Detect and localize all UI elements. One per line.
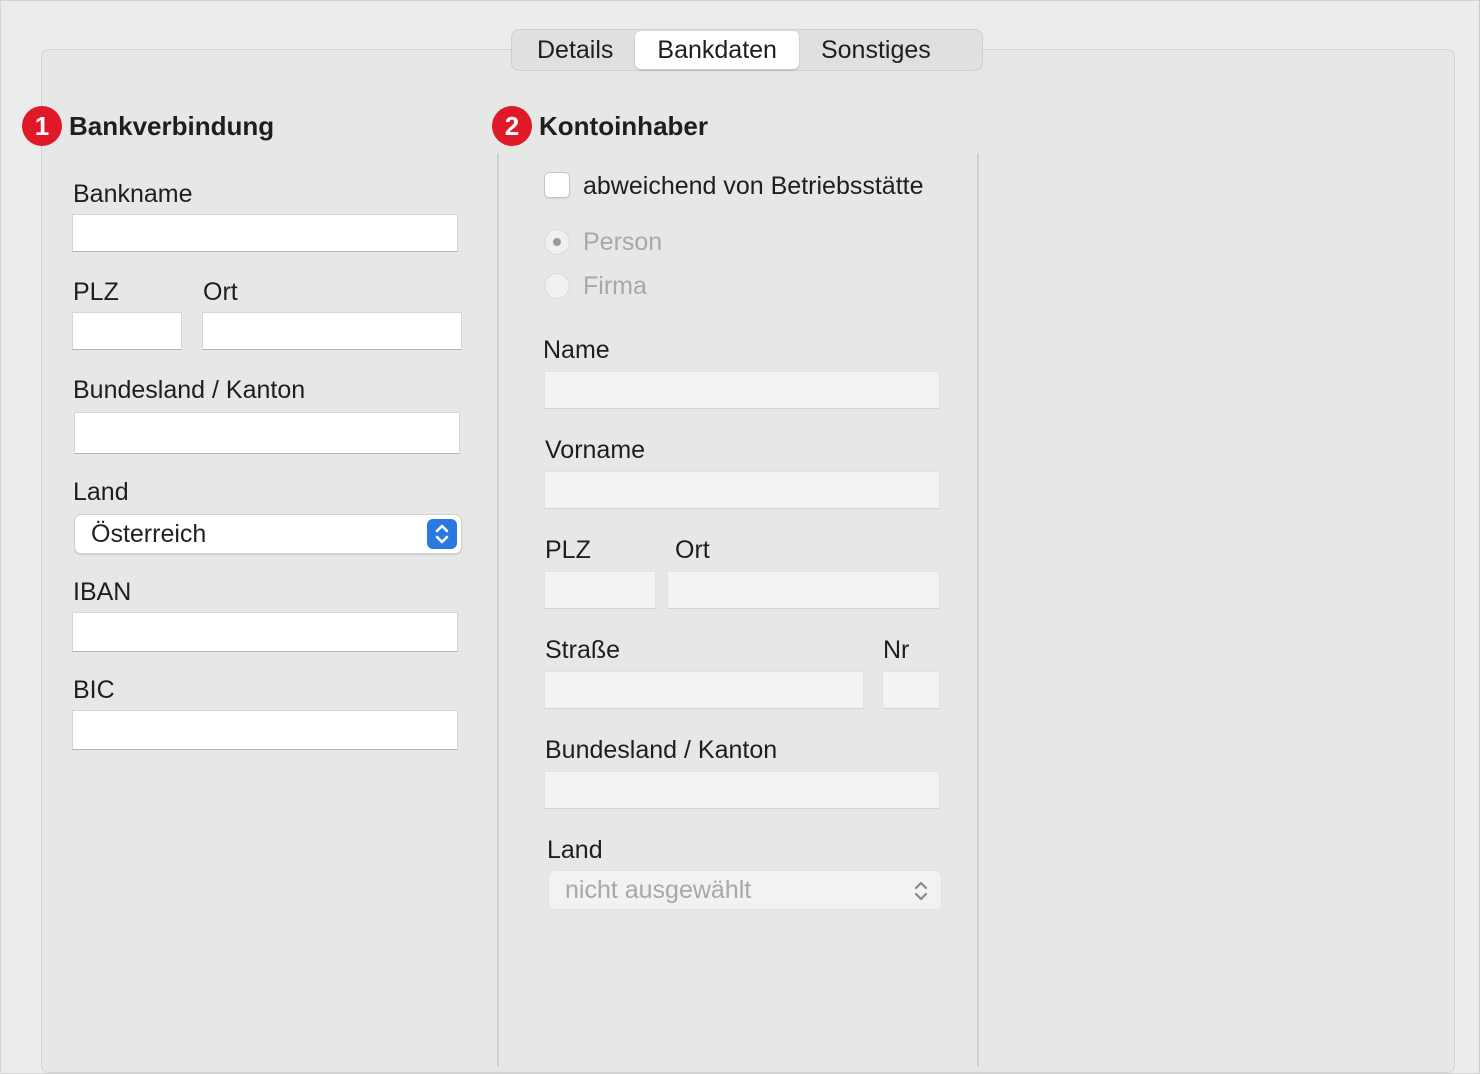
holder-bundesland-input[interactable]: [544, 771, 940, 809]
tab-content-panel: [41, 49, 1455, 1073]
tab-sonstiges[interactable]: Sonstiges: [799, 31, 953, 69]
radio-selected-dot: [553, 238, 561, 246]
abweichend-checkbox[interactable]: [544, 172, 570, 198]
holder-name-input[interactable]: [544, 371, 940, 409]
holder-ort-label: Ort: [675, 536, 710, 564]
section-divider-right: [977, 153, 979, 1067]
holder-name-label: Name: [543, 336, 610, 364]
iban-label: IBAN: [73, 578, 132, 606]
tab-bankdaten[interactable]: Bankdaten: [635, 31, 799, 69]
bank-land-value: Österreich: [91, 520, 207, 548]
bic-label: BIC: [73, 676, 115, 704]
bic-input[interactable]: [72, 710, 458, 750]
bank-ort-label: Ort: [203, 278, 238, 306]
holder-nr-label: Nr: [883, 636, 910, 664]
updown-chevron-icon: [911, 877, 931, 905]
section-title-kontoinhaber: Kontoinhaber: [539, 111, 708, 141]
bankname-label: Bankname: [73, 180, 193, 208]
holder-ort-input[interactable]: [667, 571, 940, 609]
holder-land-value: nicht ausgewählt: [565, 876, 752, 904]
holder-vorname-input[interactable]: [544, 471, 940, 509]
bank-land-label: Land: [73, 478, 129, 506]
bank-plz-input[interactable]: [72, 312, 182, 350]
bank-land-select[interactable]: Österreich: [74, 514, 462, 554]
radio-firma-label: Firma: [583, 272, 647, 300]
iban-input[interactable]: [72, 612, 458, 652]
tab-details[interactable]: Details: [515, 31, 635, 69]
updown-chevron-icon: [427, 519, 457, 549]
abweichend-checkbox-label: abweichend von Betriebsstätte: [583, 172, 924, 200]
holder-plz-input[interactable]: [544, 571, 656, 609]
holder-strasse-input[interactable]: [544, 671, 864, 709]
holder-strasse-label: Straße: [545, 636, 621, 664]
bankname-input[interactable]: [72, 214, 458, 252]
holder-land-label: Land: [547, 836, 603, 864]
radio-firma[interactable]: [544, 273, 570, 299]
holder-nr-input[interactable]: [882, 671, 940, 709]
tab-bar: Details Bankdaten Sonstiges: [511, 29, 983, 71]
holder-plz-label: PLZ: [545, 536, 591, 564]
section-number-badge-1: 1: [22, 106, 62, 146]
holder-vorname-label: Vorname: [545, 436, 646, 464]
radio-person-label: Person: [583, 228, 663, 256]
holder-bundesland-label: Bundesland / Kanton: [545, 736, 778, 764]
holder-land-select[interactable]: nicht ausgewählt: [548, 870, 942, 910]
radio-person[interactable]: [544, 229, 570, 255]
bank-bundesland-input[interactable]: [74, 412, 460, 454]
section-divider-left: [497, 153, 499, 1067]
section-number-badge-2: 2: [492, 106, 532, 146]
section-title-bankverbindung: Bankverbindung: [69, 111, 275, 141]
bank-bundesland-label: Bundesland / Kanton: [73, 376, 306, 404]
bank-ort-input[interactable]: [202, 312, 462, 350]
bank-plz-label: PLZ: [73, 278, 119, 306]
